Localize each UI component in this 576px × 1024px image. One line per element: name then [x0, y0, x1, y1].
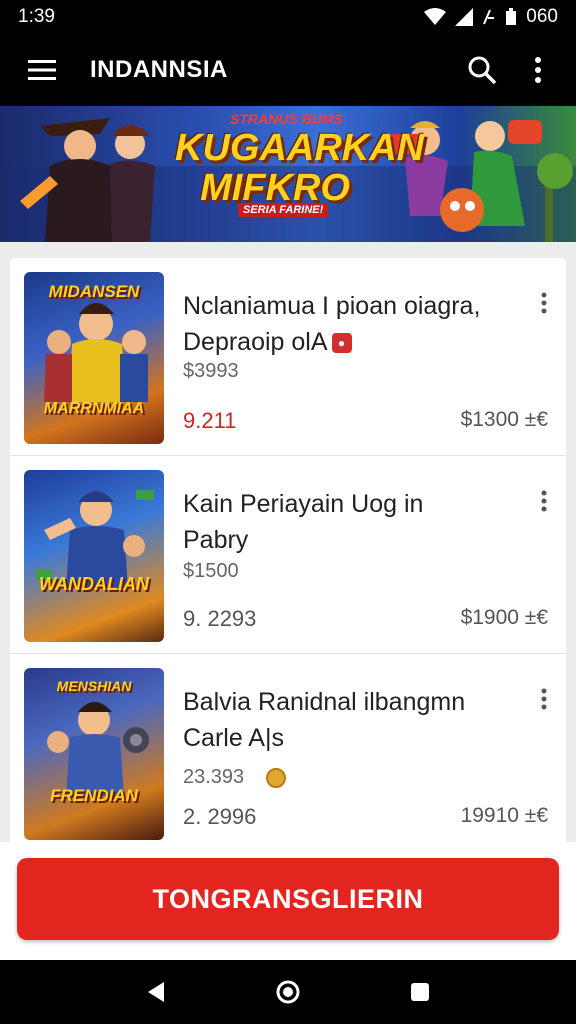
item-title-line2: Carle A|s	[183, 724, 284, 752]
item-title-line2: Pabry	[183, 526, 249, 554]
search-icon	[468, 56, 497, 85]
promo-banner[interactable]: STRANUS BUMS KUGAARKAN MIFKRO SERIA FARI…	[0, 106, 576, 242]
more-vert-icon	[541, 688, 547, 710]
item-total: $1300 ±€	[460, 408, 548, 431]
item-title-line2: Depraoip olA ●	[183, 324, 513, 360]
thumbnail-bottom-text: MARRNMIAA	[43, 400, 145, 417]
game-thumbnail[interactable]: WANDALIAN	[24, 470, 164, 642]
item-more-button[interactable]	[532, 684, 556, 714]
item-title-line1: Nclaniamua I pioan oiagra,	[183, 292, 481, 320]
more-options-button[interactable]	[520, 52, 556, 88]
item-more-button[interactable]	[532, 486, 556, 516]
primary-cta-button[interactable]: TONGRANSGLIERIN	[17, 858, 559, 940]
banner-title-line2: MIFKRO	[200, 167, 350, 209]
list-item[interactable]: MIDANSEN MARRNMIAA Nclaniamua I pioan oi…	[10, 258, 566, 456]
banner-tag: SERIA FARINE!	[238, 203, 329, 217]
item-total: $1900 ±€	[460, 606, 548, 629]
menu-button[interactable]	[24, 52, 60, 88]
data-saver-icon	[483, 9, 495, 25]
app-title: INDANNSIA	[90, 56, 228, 83]
game-thumbnail[interactable]: MENSHIAN FRENDIAN	[24, 668, 164, 840]
system-nav-bar	[0, 960, 576, 1024]
battery-icon	[506, 8, 517, 25]
battery-text: 060	[526, 6, 558, 27]
item-title: Balvia Ranidnal ilbangmn Carle A|s	[183, 684, 513, 756]
thumbnail-top-text: MIDANSEN	[48, 282, 140, 301]
item-title: Kain Periayain Uog in Pabry	[183, 486, 513, 558]
thumbnail-art	[36, 490, 154, 588]
search-button[interactable]	[464, 52, 500, 88]
item-title-line1: Kain Periayain Uog in	[183, 490, 424, 518]
more-vert-icon	[541, 292, 547, 314]
wifi-icon	[424, 8, 447, 25]
item-title-line1: Balvia Ranidnal ilbangmn	[183, 688, 466, 716]
content-area: MIDANSEN MARRNMIAA Nclaniamua I pioan oi…	[0, 242, 576, 842]
badge-icon: ●	[331, 333, 352, 354]
thumbnail-top-text: MENSHIAN	[56, 678, 132, 694]
more-vert-icon	[535, 57, 541, 83]
item-price: 23.393	[183, 766, 287, 789]
thumbnail-bottom-text: FRENDIAN	[50, 786, 138, 805]
more-vert-icon	[541, 490, 547, 512]
status-icons: 060	[424, 6, 558, 28]
item-rating: 9. 2293	[183, 606, 257, 631]
status-bar: 1:39 060	[0, 0, 576, 34]
status-time: 1:39	[18, 6, 55, 27]
nav-back-button[interactable]	[136, 972, 176, 1012]
game-list: MIDANSEN MARRNMIAA Nclaniamua I pioan oi…	[10, 258, 566, 842]
banner-kicker: STRANUS BUMS	[230, 111, 343, 127]
recents-icon	[411, 983, 429, 1001]
nav-home-button[interactable]	[268, 972, 308, 1012]
nav-recents-button[interactable]	[400, 972, 440, 1012]
item-rating: 2. 2996	[183, 804, 257, 829]
coin-icon	[266, 767, 287, 788]
banner-title-line1: KUGAARKAN	[175, 127, 425, 169]
item-rating: 9.211	[183, 408, 237, 433]
bottom-action-area: TONGRANSGLIERIN	[0, 842, 576, 960]
back-icon	[148, 982, 164, 1002]
item-total: 19910 ±€	[460, 804, 548, 827]
thumbnail-bottom-text: WANDALIAN	[39, 574, 149, 594]
home-icon	[276, 980, 300, 1004]
app-bar: INDANNSIA	[0, 34, 576, 106]
item-price: $1500	[183, 560, 239, 582]
item-title: Nclaniamua I pioan oiagra, Depraoip olA ●	[183, 288, 513, 360]
item-price: $3993	[183, 360, 239, 382]
item-more-button[interactable]	[532, 288, 556, 318]
signal-icon	[455, 8, 474, 26]
banner-title: KUGAARKAN MIFKRO	[175, 127, 425, 209]
list-item[interactable]: MENSHIAN FRENDIAN Balvia Ranidnal ilbang…	[10, 654, 566, 842]
game-thumbnail[interactable]: MIDANSEN MARRNMIAA	[24, 272, 164, 444]
menu-icon	[28, 60, 56, 80]
list-item[interactable]: WANDALIAN Kain Periayain Uog in Pabry $1…	[10, 456, 566, 654]
